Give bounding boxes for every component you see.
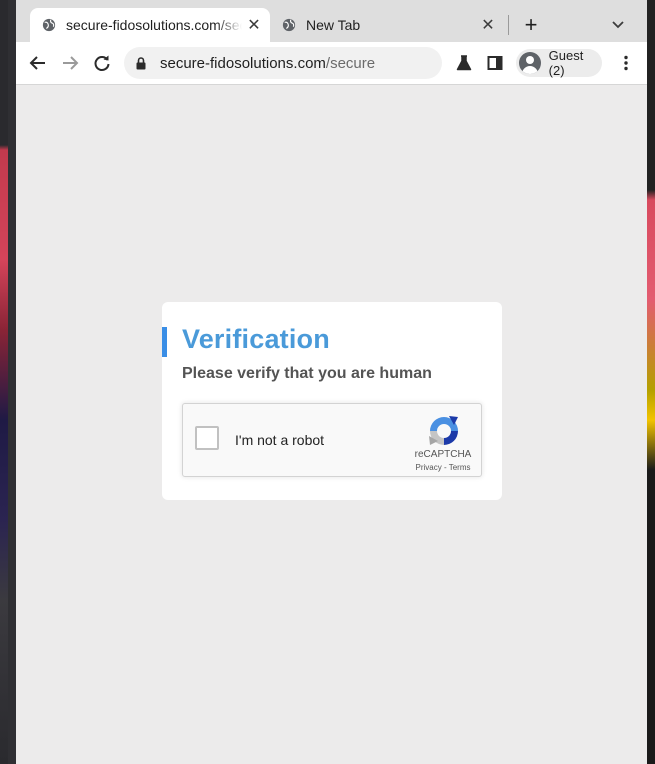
- close-tab-icon[interactable]: ✕: [242, 15, 266, 35]
- desktop-background-left: [0, 0, 16, 764]
- tab-title: New Tab: [306, 17, 361, 33]
- link-separator: -: [441, 463, 449, 472]
- tab-strip: secure-fidosolutions.com/secure ✕ New Ta…: [16, 0, 647, 42]
- side-panel-icon[interactable]: [482, 50, 508, 76]
- avatar-icon: [519, 52, 541, 74]
- recaptcha-widget: I'm not a robot reCAPTCHA Privacy - Term…: [182, 403, 482, 477]
- labs-flask-icon[interactable]: [451, 50, 477, 76]
- reload-icon[interactable]: [89, 50, 115, 76]
- tab-title: secure-fidosolutions.com/secure: [66, 17, 242, 33]
- address-bar[interactable]: secure-fidosolutions.com/secure: [124, 47, 442, 79]
- tab-separator: [508, 15, 509, 35]
- recaptcha-label: I'm not a robot: [235, 432, 325, 448]
- terms-link[interactable]: Terms: [449, 463, 471, 472]
- url-text: secure-fidosolutions.com/secure: [160, 55, 375, 72]
- privacy-link[interactable]: Privacy: [416, 463, 442, 472]
- new-tab-button[interactable]: +: [519, 12, 543, 38]
- browser-window: secure-fidosolutions.com/secure ✕ New Ta…: [16, 0, 647, 764]
- tab-search-icon[interactable]: [606, 13, 630, 37]
- url-path: /secure: [325, 54, 376, 72]
- accent-bar: [162, 327, 167, 357]
- recaptcha-brand: reCAPTCHA: [414, 449, 472, 460]
- toolbar: secure-fidosolutions.com/secure Guest (2…: [16, 42, 647, 85]
- close-tab-icon[interactable]: ✕: [476, 15, 500, 35]
- page-title: Verification: [182, 324, 330, 354]
- back-icon[interactable]: [25, 50, 51, 76]
- recaptcha-logo-icon: [429, 416, 458, 445]
- desktop-background-right: [647, 0, 655, 764]
- menu-icon[interactable]: [613, 50, 639, 76]
- page-content: Verification Please verify that you are …: [16, 85, 647, 764]
- page-subtitle: Please verify that you are human: [182, 365, 432, 382]
- globe-icon: [282, 18, 296, 32]
- profile-button[interactable]: Guest (2): [516, 48, 602, 78]
- tab-secure-fidosolutions[interactable]: secure-fidosolutions.com/secure ✕: [30, 8, 270, 42]
- recaptcha-links: Privacy - Terms: [405, 463, 481, 472]
- url-host: secure-fidosolutions.com: [160, 54, 326, 72]
- recaptcha-checkbox[interactable]: [195, 426, 219, 450]
- globe-icon: [42, 18, 56, 32]
- profile-label: Guest (2): [548, 48, 584, 78]
- verification-card: Verification Please verify that you are …: [162, 302, 502, 500]
- tab-new-tab[interactable]: New Tab ✕: [278, 8, 504, 42]
- forward-icon[interactable]: [57, 50, 83, 76]
- lock-icon[interactable]: [136, 56, 148, 70]
